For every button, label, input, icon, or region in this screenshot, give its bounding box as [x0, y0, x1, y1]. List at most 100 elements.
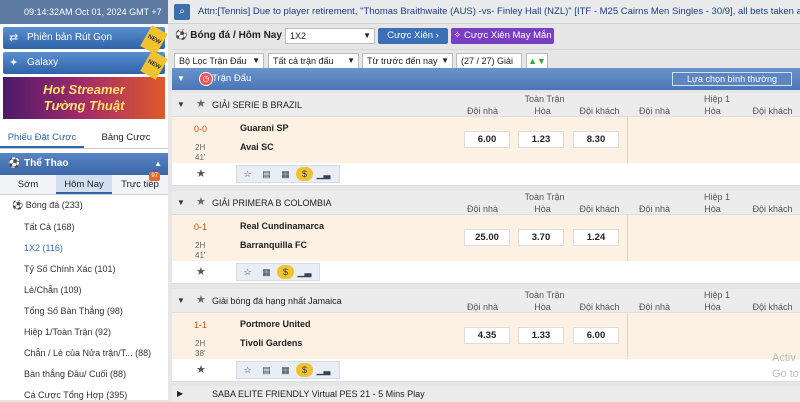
- galaxy-banner[interactable]: ✦ Galaxy NEW: [3, 50, 168, 80]
- sort-mode-select[interactable]: Lựa chọn bình thường: [672, 72, 792, 86]
- hot-streamer-promo[interactable]: Hot Streamer Tường Thuật: [3, 77, 165, 119]
- col-away: Đội khách: [579, 106, 620, 116]
- menu-item-1x2[interactable]: 1X2 (116): [0, 238, 168, 259]
- lucky-parlay-label: Cược Xiên May Mắn: [464, 30, 552, 41]
- league-name: GIẢI SERIE B BRAZIL: [212, 100, 303, 110]
- favorite-star-icon[interactable]: ★: [196, 195, 206, 208]
- favorite-star-icon[interactable]: ★: [196, 97, 206, 110]
- menu-item-soccer[interactable]: ⚽ Bóng đá (233): [0, 195, 168, 217]
- chevron-down-icon: ▼: [441, 56, 449, 65]
- menu-item-odd-even[interactable]: Lẻ/Chẵn (109): [0, 280, 168, 301]
- match-icons: ☆ ▤ ▦ $ ▁▃: [236, 165, 340, 183]
- all-matches-select[interactable]: Tất cả trận đấu ▼: [268, 53, 359, 69]
- match-time: 2H 41': [195, 143, 205, 163]
- chevron-down-icon: ▼: [177, 296, 185, 305]
- stats-icon[interactable]: ▁▃: [315, 363, 332, 377]
- search-icon[interactable]: ⌕: [174, 4, 190, 20]
- odds-home[interactable]: 25.00: [464, 229, 510, 246]
- watermark-line1: Activ: [772, 352, 796, 364]
- match-minute: 41': [195, 153, 206, 162]
- banner-label: Galaxy: [27, 57, 59, 68]
- league-name: Giải bóng đá hạng nhất Jamaica: [212, 296, 342, 306]
- match-period: 2H: [195, 241, 206, 250]
- col-h1-away: Đội khách: [752, 106, 793, 116]
- favorite-star-icon[interactable]: ★: [196, 363, 206, 376]
- odds-away[interactable]: 6.00: [573, 327, 619, 344]
- soccer-ball-icon: ⚽: [175, 30, 188, 41]
- match-actions: ★ ☆ ▤ ▦ $ ▁▃: [172, 163, 800, 185]
- star-icon[interactable]: ☆: [239, 167, 256, 181]
- betslip-tabs: Phiếu Đặt Cược Bảng Cược: [0, 127, 168, 149]
- league-header[interactable]: ▼ ★ GIẢI PRIMERA B COLOMBIA Toàn Trận Hi…: [172, 191, 800, 215]
- away-team: Barranquilla FC: [240, 240, 308, 250]
- tab-today[interactable]: Hôm Nay: [56, 175, 112, 194]
- chevron-down-icon[interactable]: ▼: [177, 68, 185, 90]
- menu-item-first-last-goal[interactable]: Bàn thắng Đầu/ Cuối (88): [0, 364, 168, 385]
- time-range-label: Từ trước đến nay: [367, 56, 438, 66]
- menu-item-ht-ft[interactable]: Hiệp 1/Toàn Trận (92): [0, 322, 168, 343]
- fulltime-header: Toàn Trận: [524, 290, 565, 300]
- live-score: 0-1: [194, 222, 208, 232]
- field-icon[interactable]: ▤: [258, 363, 275, 377]
- banner-label: Phiên bản Rút Gọn: [27, 32, 113, 43]
- news-ticker[interactable]: Attn:[Tennis] Due to player retirement, …: [198, 0, 800, 24]
- promo-line1: Hot Streamer: [43, 82, 125, 97]
- sort-icon[interactable]: ▲▼: [526, 53, 548, 69]
- scoreboard-icon[interactable]: ▦: [277, 167, 294, 181]
- odds-home[interactable]: 6.00: [464, 131, 510, 148]
- sport-header[interactable]: ⚽ Thể Thao ▲: [0, 153, 168, 175]
- page-title: ⚽ Bóng đá / Hôm Nay: [172, 24, 282, 48]
- odds-draw[interactable]: 3.70: [518, 229, 564, 246]
- tab-early[interactable]: Sớm: [0, 175, 56, 194]
- menu-item-half-odd-even[interactable]: Chẵn / Lẻ của Nửa trận/T... (88): [0, 343, 168, 364]
- chevron-down-icon: ▼: [347, 56, 355, 65]
- compact-version-banner[interactable]: ⇄ Phiên bản Rút Gọn NEW: [3, 25, 168, 55]
- favorite-star-icon[interactable]: ★: [196, 167, 206, 180]
- live-score: 0-0: [194, 124, 208, 134]
- menu-item-total-goals[interactable]: Tổng Số Bàn Thắng (98): [0, 301, 168, 322]
- league-header[interactable]: ▼ ★ GIẢI SERIE B BRAZIL Toàn Trận Hiệp 1…: [172, 93, 800, 117]
- star-icon[interactable]: ☆: [239, 265, 256, 279]
- coin-icon[interactable]: $: [296, 167, 313, 181]
- odds-home[interactable]: 4.35: [464, 327, 510, 344]
- favorite-star-icon[interactable]: ★: [196, 293, 206, 306]
- league-block: ▼ ★ GIẢI PRIMERA B COLOMBIA Toàn Trận Hi…: [172, 191, 800, 284]
- tab-live[interactable]: Trực tiếp 97: [112, 172, 168, 194]
- coin-icon[interactable]: $: [277, 265, 294, 279]
- menu-item-all[interactable]: Tất Cả (168): [0, 217, 168, 238]
- col-home: Đội nhà: [466, 106, 499, 116]
- col-home: Đội nhà: [466, 302, 499, 312]
- col-h1-draw: Hòa: [704, 302, 721, 312]
- odds-draw[interactable]: 1.23: [518, 131, 564, 148]
- lucky-parlay-button[interactable]: ✧ Cược Xiên May Mắn: [451, 28, 554, 44]
- match-period: 2H: [195, 339, 206, 348]
- star-icon[interactable]: ☆: [239, 363, 256, 377]
- scoreboard-icon[interactable]: ▦: [258, 265, 275, 279]
- menu-item-mix-parlay[interactable]: Cá Cược Tổng Hợp (395): [0, 385, 168, 400]
- league-block: ▼ ★ GIẢI SERIE B BRAZIL Toàn Trận Hiệp 1…: [172, 93, 800, 186]
- favorite-star-icon[interactable]: ★: [196, 265, 206, 278]
- divider: [627, 313, 628, 359]
- market-select[interactable]: 1X2 ▼: [285, 28, 375, 44]
- odds-draw[interactable]: 1.33: [518, 327, 564, 344]
- coin-icon[interactable]: $: [296, 363, 313, 377]
- time-range-select[interactable]: Từ trước đến nay ▼: [362, 53, 453, 69]
- match-filter-label: Bộ Lọc Trận Đấu: [179, 56, 247, 66]
- tab-betslip[interactable]: Phiếu Đặt Cược: [0, 127, 84, 148]
- menu-item-correct-score[interactable]: Tỷ Số Chính Xác (101): [0, 259, 168, 280]
- odds-away[interactable]: 1.24: [573, 229, 619, 246]
- match-filter-select[interactable]: Bộ Lọc Trận Đấu ▼: [174, 53, 264, 69]
- parlay-button[interactable]: Cược Xiên ›: [378, 28, 448, 44]
- scoreboard-icon[interactable]: ▦: [277, 363, 294, 377]
- stats-icon[interactable]: ▁▃: [315, 167, 332, 181]
- league-count[interactable]: (27 / 27) Giải: [456, 53, 522, 69]
- toolbar: ⚽ Bóng đá / Hôm Nay 1X2 ▼ Cược Xiên › ✧ C…: [172, 24, 800, 48]
- league-header[interactable]: ▼ ★ Giải bóng đá hạng nhất Jamaica Toàn …: [172, 289, 800, 313]
- soccer-ball-icon: ⚽: [12, 200, 24, 210]
- stats-icon[interactable]: ▁▃: [296, 265, 313, 279]
- tab-odds-board[interactable]: Bảng Cược: [84, 127, 168, 148]
- new-badge: NEW: [140, 50, 168, 80]
- sparkle-icon: ✧: [453, 30, 462, 41]
- odds-away[interactable]: 8.30: [573, 131, 619, 148]
- field-icon[interactable]: ▤: [258, 167, 275, 181]
